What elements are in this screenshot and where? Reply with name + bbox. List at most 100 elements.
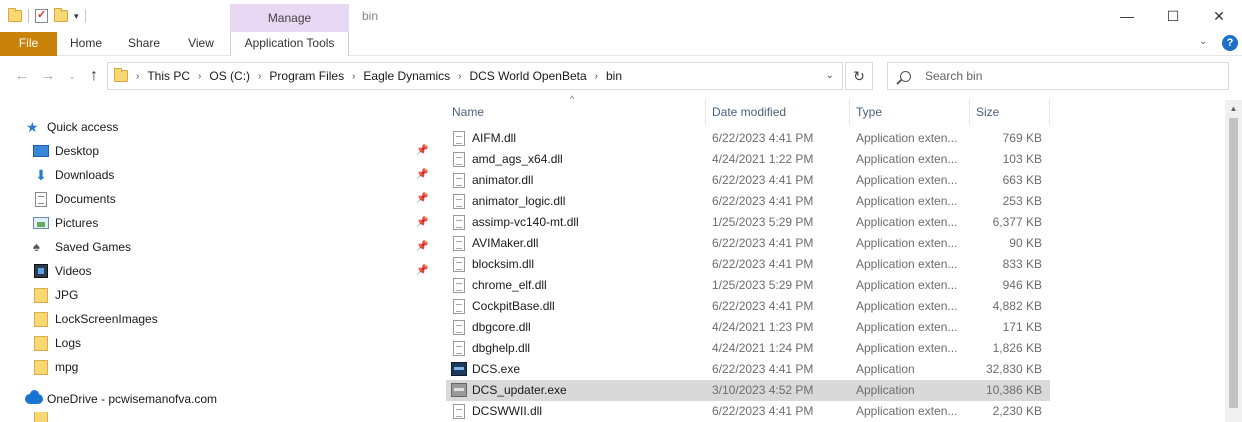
- vertical-scrollbar[interactable]: ▲: [1225, 100, 1242, 422]
- table-row[interactable]: DCS_updater.exe 3/10/2023 4:52 PM Applicat…: [446, 380, 1050, 401]
- nav-item-documents[interactable]: Documents 📌: [0, 188, 434, 210]
- column-header-date-modified[interactable]: Date modified: [706, 100, 850, 124]
- address-dropdown-icon[interactable]: ⌄: [826, 70, 834, 81]
- chevron-right-icon[interactable]: ›: [258, 71, 261, 82]
- breadcrumb-eagle-dynamics[interactable]: Eagle Dynamics: [363, 69, 450, 83]
- table-row[interactable]: amd_ags_x64.dll 4/24/2021 1:22 PM Applicat…: [446, 149, 1050, 170]
- breadcrumb-os-c[interactable]: OS (C:): [209, 69, 250, 83]
- table-row[interactable]: blocksim.dll 6/22/2023 4:41 PM Application…: [446, 254, 1050, 275]
- address-bar[interactable]: › This PC › OS (C:) › Program Files › Ea…: [107, 62, 843, 90]
- file-name: assimp-vc140-mt.dll: [472, 215, 579, 229]
- table-row[interactable]: DCSWWII.dll 6/22/2023 4:41 PM Application …: [446, 401, 1050, 422]
- manage-context-tab[interactable]: Manage: [230, 4, 349, 32]
- pin-icon[interactable]: 📌: [416, 145, 428, 156]
- table-row[interactable]: DCS.exe 6/22/2023 4:41 PM Application 32,83…: [446, 359, 1050, 380]
- recent-locations-chevron-icon[interactable]: ⌄: [62, 66, 82, 86]
- pin-icon[interactable]: 📌: [416, 169, 428, 180]
- breadcrumb-bin[interactable]: bin: [606, 69, 622, 83]
- dll-file-icon: [453, 299, 465, 314]
- pin-icon[interactable]: 📌: [416, 193, 428, 204]
- dll-file-icon: [453, 320, 465, 335]
- folder-icon[interactable]: [8, 8, 22, 22]
- file-date-modified: 6/22/2023 4:41 PM: [712, 299, 814, 313]
- file-name: CockpitBase.dll: [472, 299, 555, 313]
- search-box[interactable]: [887, 62, 1229, 90]
- pin-icon[interactable]: 📌: [416, 241, 428, 252]
- file-size: 769 KB: [1002, 131, 1042, 145]
- breadcrumb-this-pc[interactable]: This PC: [147, 69, 190, 83]
- tab-home[interactable]: Home: [57, 32, 115, 56]
- chevron-right-icon[interactable]: ›: [458, 71, 461, 82]
- nav-item-downloads[interactable]: ⬇ Downloads 📌: [0, 164, 434, 186]
- breadcrumb-program-files[interactable]: Program Files: [269, 69, 344, 83]
- file-date-modified: 6/22/2023 4:41 PM: [712, 194, 814, 208]
- help-icon[interactable]: ?: [1222, 35, 1238, 51]
- file-list: ^ Name Date modified Type Size AIFM.dll 6…: [446, 94, 1222, 422]
- file-date-modified: 1/25/2023 5:29 PM: [712, 215, 814, 229]
- nav-item-lockscreenimages[interactable]: LockScreenImages: [0, 308, 434, 330]
- up-arrow-icon[interactable]: ↑: [84, 66, 104, 86]
- table-row[interactable]: animator.dll 6/22/2023 4:41 PM Application…: [446, 170, 1050, 191]
- table-row[interactable]: dbgcore.dll 4/24/2021 1:23 PM Application …: [446, 317, 1050, 338]
- folder-icon: [34, 287, 48, 303]
- column-header-size[interactable]: Size: [970, 100, 1050, 124]
- back-arrow-icon[interactable]: ←: [12, 66, 32, 86]
- nav-item-videos[interactable]: Videos 📌: [0, 260, 434, 282]
- expand-ribbon-chevron-icon[interactable]: ⌄: [1199, 36, 1207, 47]
- table-row[interactable]: AVIMaker.dll 6/22/2023 4:41 PM Application…: [446, 233, 1050, 254]
- nav-item-mpg[interactable]: mpg: [0, 356, 434, 378]
- nav-item-pictures[interactable]: Pictures 📌: [0, 212, 434, 234]
- table-row[interactable]: chrome_elf.dll 1/25/2023 5:29 PM Applicati…: [446, 275, 1050, 296]
- chevron-right-icon[interactable]: ›: [136, 71, 139, 82]
- documents-icon: [35, 191, 47, 207]
- file-type: Application exten...: [856, 341, 958, 355]
- tab-file[interactable]: File: [0, 32, 57, 56]
- videos-icon: [34, 264, 48, 278]
- tab-view[interactable]: View: [173, 32, 229, 56]
- nav-item-partial-folder[interactable]: [0, 412, 434, 422]
- search-input[interactable]: [925, 69, 1205, 83]
- nav-item-desktop[interactable]: Desktop 📌: [0, 140, 434, 162]
- table-row[interactable]: AIFM.dll 6/22/2023 4:41 PM Application ext…: [446, 128, 1050, 149]
- tab-share[interactable]: Share: [115, 32, 173, 56]
- nav-item-onedrive[interactable]: OneDrive - pcwisemanofva.com: [0, 388, 434, 410]
- nav-item-logs[interactable]: Logs: [0, 332, 434, 354]
- nav-item-quick-access[interactable]: ★ Quick access: [0, 116, 434, 138]
- tab-application-tools[interactable]: Application Tools: [230, 32, 349, 56]
- table-row[interactable]: animator_logic.dll 6/22/2023 4:41 PM Appli…: [446, 191, 1050, 212]
- dcs-updater-icon: [451, 383, 467, 397]
- column-header-name[interactable]: Name: [446, 100, 706, 124]
- table-row[interactable]: dbghelp.dll 4/24/2021 1:24 PM Application …: [446, 338, 1050, 359]
- folder-icon: [34, 311, 48, 327]
- customize-toolbar-dropdown-icon[interactable]: ▾: [74, 11, 79, 22]
- star-icon: ★: [26, 119, 39, 135]
- chevron-right-icon[interactable]: ›: [198, 71, 201, 82]
- file-name: dbghelp.dll: [472, 341, 531, 355]
- minimize-button[interactable]: —: [1104, 0, 1150, 32]
- file-date-modified: 6/22/2023 4:41 PM: [712, 173, 814, 187]
- table-row[interactable]: assimp-vc140-mt.dll 1/25/2023 5:29 PM Appl…: [446, 212, 1050, 233]
- nav-item-jpg[interactable]: JPG: [0, 284, 434, 306]
- file-type: Application exten...: [856, 299, 958, 313]
- file-name: amd_ags_x64.dll: [472, 152, 563, 166]
- file-size: 171 KB: [1002, 320, 1042, 334]
- chevron-right-icon[interactable]: ›: [352, 71, 355, 82]
- breadcrumb-dcs-world-openbeta[interactable]: DCS World OpenBeta: [469, 69, 586, 83]
- refresh-icon[interactable]: ↻: [845, 62, 873, 90]
- toolbar-divider: [84, 9, 86, 23]
- table-row[interactable]: CockpitBase.dll 6/22/2023 4:41 PM Applicat…: [446, 296, 1050, 317]
- scroll-up-arrow-icon[interactable]: ▲: [1225, 100, 1242, 117]
- pin-icon[interactable]: 📌: [416, 217, 428, 228]
- forward-arrow-icon[interactable]: →: [38, 66, 58, 86]
- maximize-button[interactable]: ☐: [1150, 0, 1196, 32]
- pin-icon[interactable]: 📌: [416, 265, 428, 276]
- file-size: 4,882 KB: [992, 299, 1042, 313]
- chevron-right-icon[interactable]: ›: [595, 71, 598, 82]
- nav-item-saved-games[interactable]: ♠ Saved Games 📌: [0, 236, 434, 258]
- close-button[interactable]: ✕: [1196, 0, 1242, 32]
- scrollbar-thumb[interactable]: [1229, 118, 1238, 408]
- new-folder-icon[interactable]: [54, 8, 68, 22]
- properties-icon[interactable]: [35, 8, 48, 23]
- dll-file-icon: [453, 131, 465, 146]
- column-header-type[interactable]: Type: [850, 100, 970, 124]
